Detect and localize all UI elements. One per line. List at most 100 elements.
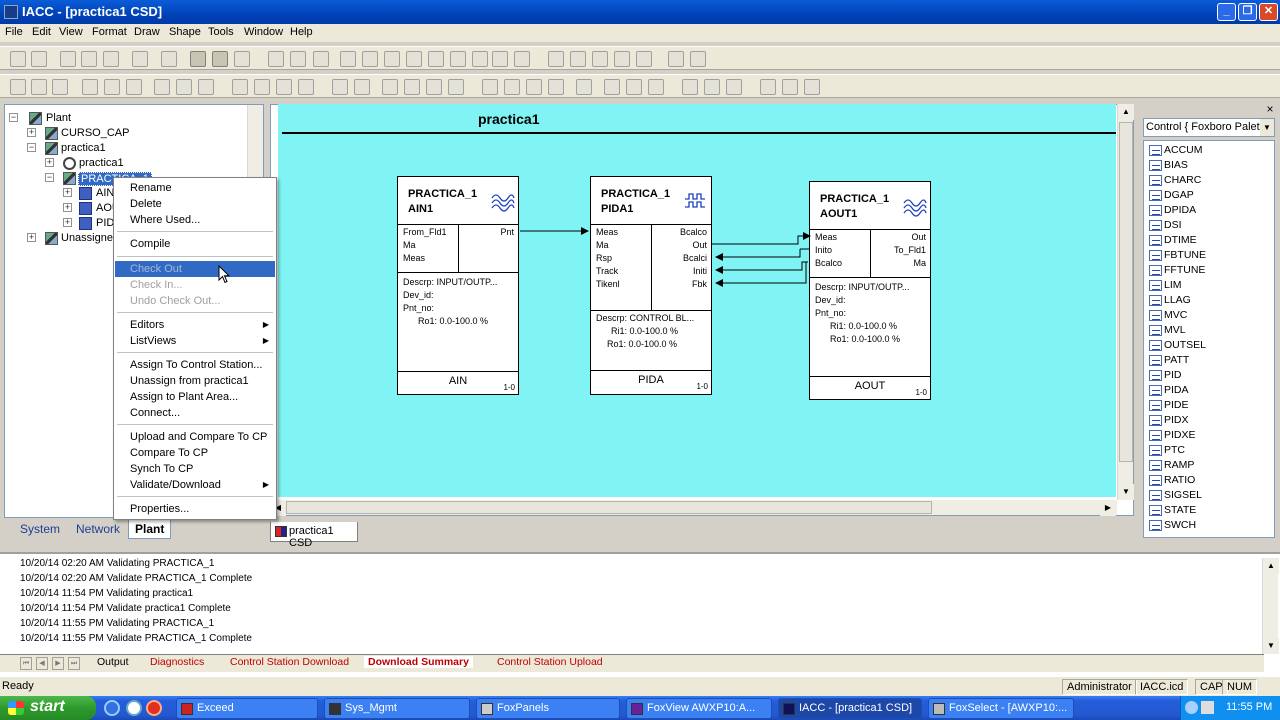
tab-output[interactable]: Output: [97, 656, 129, 668]
save-icon[interactable]: [31, 51, 47, 67]
print-icon[interactable]: [132, 51, 148, 67]
image-tool-icon[interactable]: [514, 51, 530, 67]
collapse-toggle[interactable]: −: [9, 113, 18, 122]
pin-track[interactable]: Track: [596, 266, 618, 276]
task-foxpanels[interactable]: FoxPanels: [476, 698, 620, 719]
fill-icon[interactable]: [592, 51, 608, 67]
same-width-icon[interactable]: [232, 79, 248, 95]
line-style-icon[interactable]: [614, 51, 630, 67]
menu-file[interactable]: File: [5, 26, 23, 38]
pin-bcalco[interactable]: Bcalco: [815, 258, 842, 268]
title-bar[interactable]: IACC - [practica1 CSD] _ ❐ ✕: [0, 0, 1280, 24]
next-tab-icon[interactable]: ▶: [52, 657, 64, 670]
maximize-button[interactable]: ❐: [1238, 3, 1257, 21]
pin-meas[interactable]: Meas: [403, 253, 425, 263]
menu-item-check-out[interactable]: Check Out: [115, 261, 275, 277]
task-foxview[interactable]: FoxView AWXP10:A...: [626, 698, 772, 719]
menu-item-unassign[interactable]: Unassign from practica1: [115, 373, 275, 389]
tab-plant[interactable]: Plant: [128, 520, 172, 539]
menu-item-rename[interactable]: Rename: [115, 180, 275, 196]
block-link-icon[interactable]: [782, 79, 798, 95]
close-button[interactable]: ✕: [1259, 3, 1278, 21]
menu-item-compare[interactable]: Compare To CP: [115, 445, 275, 461]
pin-tikenl[interactable]: Tikenl: [596, 279, 620, 289]
pin-pnt[interactable]: Pnt: [500, 227, 514, 237]
align-bottom-icon[interactable]: [126, 79, 142, 95]
pin-meas[interactable]: Meas: [596, 227, 618, 237]
select-tool-icon[interactable]: [268, 51, 284, 67]
menu-item-assign-station[interactable]: Assign To Control Station...: [115, 357, 275, 373]
expand-toggle[interactable]: +: [27, 128, 36, 137]
pin-ma[interactable]: Ma: [913, 258, 926, 268]
zoom-fit-icon[interactable]: [548, 79, 564, 95]
menu-item-delete[interactable]: Delete: [115, 196, 275, 212]
block-pida1[interactable]: PRACTICA_1 PIDA1 Meas Ma Rsp Track Tikenl…: [590, 176, 712, 395]
log-scrollbar[interactable]: ▲ ▼: [1262, 558, 1279, 654]
task-sys-mgmt[interactable]: Sys_Mgmt: [324, 698, 470, 719]
tab-control-station-download[interactable]: Control Station Download: [230, 656, 349, 668]
line-tool-icon[interactable]: [340, 51, 356, 67]
move-all-icon[interactable]: [626, 79, 642, 95]
pin-to-fld1[interactable]: To_Fld1: [894, 245, 926, 255]
rectangle-tool-icon[interactable]: [406, 51, 422, 67]
block-palette[interactable]: ACCUM BIAS CHARC DGAP DPIDA DSI DTIME FBTUNE FFT…: [1143, 140, 1275, 538]
polyline-tool-icon[interactable]: [362, 51, 378, 67]
menu-item-editors[interactable]: Editors ▶: [115, 317, 275, 333]
tab-control-station-upload[interactable]: Control Station Upload: [497, 656, 603, 668]
bring-forward-icon[interactable]: [426, 79, 442, 95]
copy-icon[interactable]: [81, 51, 97, 67]
menu-shape[interactable]: Shape: [169, 26, 201, 38]
menu-format[interactable]: Format: [92, 26, 127, 38]
connect-tool-icon[interactable]: [290, 51, 306, 67]
zoom-tool-icon[interactable]: [313, 51, 329, 67]
ungroup-icon[interactable]: [354, 79, 370, 95]
scroll-down-icon[interactable]: ▼: [1118, 484, 1134, 500]
block-ain1[interactable]: PRACTICA_1 AIN1 From_Fld1 Ma Meas Pnt Des…: [397, 176, 519, 395]
scroll-thumb[interactable]: [286, 501, 932, 514]
group-icon[interactable]: [332, 79, 348, 95]
undo-icon[interactable]: [668, 51, 684, 67]
align-left-icon[interactable]: [10, 79, 26, 95]
expand-toggle[interactable]: +: [63, 218, 72, 227]
scroll-down-icon[interactable]: ▼: [1263, 638, 1279, 654]
app-icon[interactable]: [4, 5, 18, 19]
distribute-v-icon[interactable]: [176, 79, 192, 95]
minimize-button[interactable]: _: [1217, 3, 1236, 21]
pin-inito[interactable]: Inito: [815, 245, 832, 255]
menu-tools[interactable]: Tools: [208, 26, 234, 38]
menu-item-listviews[interactable]: ListViews ▶: [115, 333, 275, 349]
pin-out[interactable]: Out: [911, 232, 926, 242]
move-icon[interactable]: [604, 79, 620, 95]
custom-tool-icon[interactable]: [726, 79, 742, 95]
rotate-icon[interactable]: [548, 51, 564, 67]
desktop-quicklaunch-icon[interactable]: [126, 700, 142, 716]
collapse-toggle[interactable]: −: [45, 173, 54, 182]
menu-item-undo-check-out[interactable]: Undo Check Out...: [115, 293, 275, 309]
text-tool-icon[interactable]: [492, 51, 508, 67]
align-middle-icon[interactable]: [104, 79, 120, 95]
snap-icon[interactable]: [648, 79, 664, 95]
same-size-icon[interactable]: [276, 79, 292, 95]
task-foxselect[interactable]: FoxSelect - [AWXP10:...: [928, 698, 1074, 719]
star-icon[interactable]: [682, 79, 698, 95]
last-tab-icon[interactable]: ⏭: [68, 657, 80, 670]
palette-close-icon[interactable]: ×: [1264, 103, 1276, 116]
prev-tab-icon[interactable]: ◀: [36, 657, 48, 670]
tab-diagnostics[interactable]: Diagnostics: [150, 656, 204, 668]
start-button[interactable]: start: [0, 696, 96, 720]
scroll-up-icon[interactable]: ▲: [1118, 104, 1134, 120]
pin-meas[interactable]: Meas: [815, 232, 837, 242]
menu-item-synch[interactable]: Synch To CP: [115, 461, 275, 477]
scroll-up-icon[interactable]: ▲: [1263, 558, 1279, 574]
expand-toggle[interactable]: +: [27, 233, 36, 242]
task-iacc[interactable]: IACC - [practica1 CSD]: [778, 698, 922, 719]
menu-item-assign-plant[interactable]: Assign to Plant Area...: [115, 389, 275, 405]
ellipse-tool-icon[interactable]: [472, 51, 488, 67]
menu-item-upload-compare[interactable]: Upload and Compare To CP: [115, 429, 275, 445]
pan-hand-icon[interactable]: [576, 79, 592, 95]
menu-item-validate-download[interactable]: Validate/Download ▶: [115, 477, 275, 493]
grid-icon[interactable]: [298, 79, 314, 95]
page-icon[interactable]: [482, 79, 498, 95]
block-unlink-icon[interactable]: [804, 79, 820, 95]
ie-quicklaunch-icon[interactable]: [104, 700, 120, 716]
